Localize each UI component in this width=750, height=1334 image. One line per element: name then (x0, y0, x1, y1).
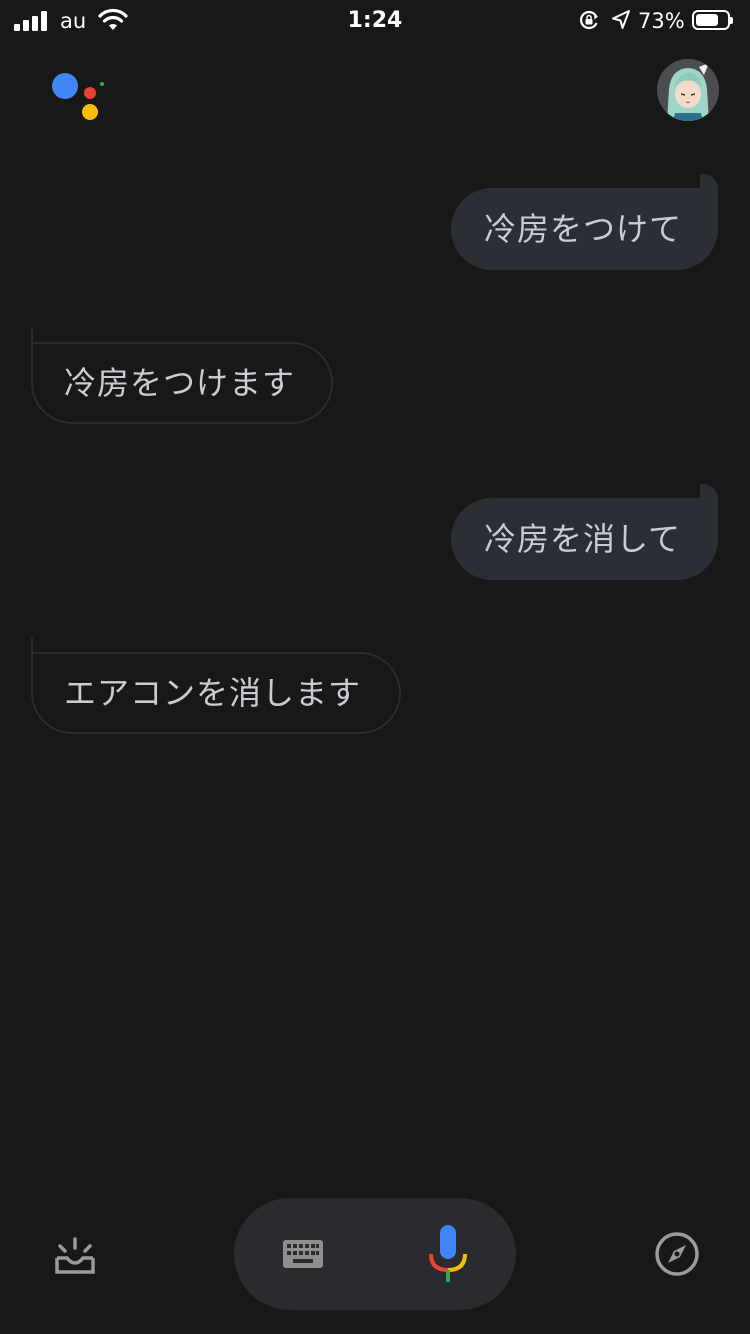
inbox-updates-icon[interactable] (52, 1234, 98, 1276)
compass-icon[interactable] (654, 1231, 700, 1277)
user-avatar[interactable] (657, 59, 719, 121)
user-message: 冷房を消して (451, 484, 718, 580)
battery-icon (692, 10, 733, 30)
google-assistant-logo (52, 73, 104, 120)
user-message: 冷房をつけて (451, 174, 718, 270)
avatar-image (657, 59, 719, 121)
assistant-message: エアコンを消します (31, 638, 401, 734)
rotation-lock-icon (580, 10, 598, 30)
microphone-icon[interactable] (427, 1225, 469, 1283)
location-arrow-icon (612, 10, 630, 29)
status-bar: au 1:24 73% (0, 0, 750, 42)
battery-percentage: 73% (638, 9, 685, 33)
input-pill (234, 1198, 516, 1310)
assistant-message: 冷房をつけます (31, 328, 333, 424)
keyboard-icon[interactable] (282, 1239, 324, 1269)
